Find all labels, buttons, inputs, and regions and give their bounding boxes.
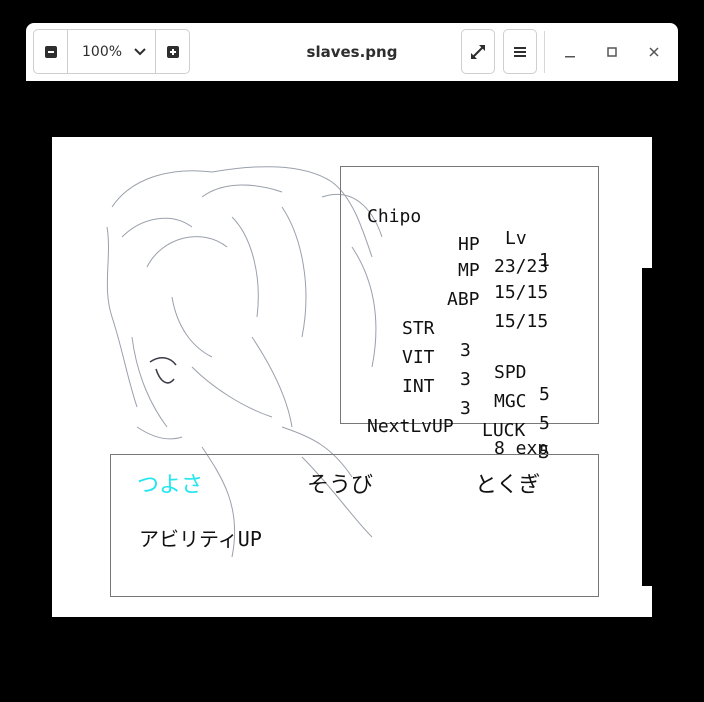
main-menu-button[interactable] <box>503 29 537 74</box>
zoom-level-dropdown[interactable]: 100% <box>68 30 155 73</box>
zoom-out-icon <box>44 45 57 58</box>
hamburger-menu-icon <box>514 46 526 57</box>
minimize-button[interactable] <box>555 37 585 67</box>
zoom-out-button[interactable] <box>34 30 68 73</box>
maximize-icon <box>607 47 617 57</box>
ability-up-option[interactable]: アビリティUP <box>139 523 262 552</box>
game-menu-panel: つよさ そうび とくぎ アビリティUP <box>110 454 599 597</box>
headerbar-divider <box>544 31 545 73</box>
chevron-down-icon <box>134 47 146 55</box>
zoom-in-icon <box>166 45 179 58</box>
tab-soubi[interactable]: そうび <box>307 467 373 499</box>
fullscreen-button[interactable] <box>461 29 495 74</box>
right-edge-bar <box>642 268 652 586</box>
maximize-button[interactable] <box>597 37 627 67</box>
zoom-control: 100% <box>33 29 190 74</box>
game-screenshot: Chipo Lv 1 HP 23/23 MP 15/15 ABP 15/15 S… <box>52 137 652 617</box>
character-status-panel: Chipo Lv 1 HP 23/23 MP 15/15 ABP 15/15 S… <box>340 166 599 463</box>
zoom-in-button[interactable] <box>155 30 189 73</box>
close-button[interactable] <box>639 37 669 67</box>
tab-tokugi[interactable]: とくぎ <box>475 467 540 499</box>
close-icon <box>649 47 659 57</box>
tab-tsuyosa[interactable]: つよさ <box>137 467 203 499</box>
fullscreen-icon <box>471 44 485 59</box>
zoom-level-value: 100% <box>82 43 123 60</box>
image-viewer-headerbar: 100% slaves.png <box>26 23 678 81</box>
next-level-label: NextLvUP <box>367 416 454 437</box>
minimize-icon <box>565 56 575 58</box>
